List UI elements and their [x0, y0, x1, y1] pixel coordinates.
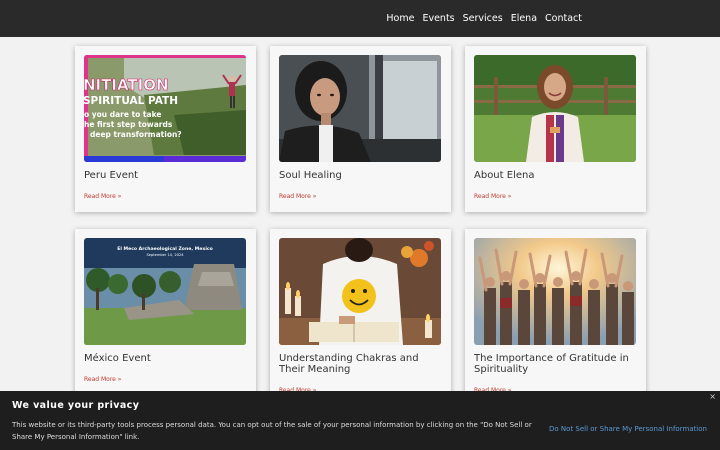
nav-events-link[interactable]: Events: [422, 13, 454, 24]
peru-event-image[interactable]: NITIATION SPIRITUAL PATH o you dare to t…: [84, 55, 246, 162]
post-title-importance-of-gratitude[interactable]: The Importance of Gratitude in Spiritual…: [474, 353, 636, 375]
read-more-link-about-elena[interactable]: Read More »: [474, 193, 511, 200]
nav-services-link[interactable]: Services: [463, 13, 503, 24]
mexico-overlay-date: September 14, 2024: [146, 253, 184, 257]
nav-contact-link[interactable]: Contact: [545, 13, 582, 24]
cookie-banner-heading: We value your privacy: [12, 400, 140, 411]
cookie-consent-banner: We value your privacy This website or it…: [0, 391, 720, 450]
peru-overlay-line-4: he first step towards: [84, 120, 173, 129]
main-nav: Home Events Services Elena Contact: [386, 0, 582, 37]
read-more-link-peru-event[interactable]: Read More »: [84, 193, 121, 200]
post-title-soul-healing[interactable]: Soul Healing: [279, 170, 441, 181]
post-card-understanding-chakras: Understanding Chakras and Their Meaning …: [270, 229, 451, 404]
peru-overlay-line-1: NITIATION: [84, 76, 169, 94]
read-more-link-mexico-event[interactable]: Read More »: [84, 376, 121, 383]
nav-elena-link[interactable]: Elena: [511, 13, 537, 24]
post-title-understanding-chakras[interactable]: Understanding Chakras and Their Meaning: [279, 353, 441, 375]
chakras-image[interactable]: [279, 238, 441, 345]
post-title-about-elena[interactable]: About Elena: [474, 170, 636, 181]
top-navigation-bar: Home Events Services Elena Contact: [0, 0, 720, 37]
cookie-banner-text: This website or its third-party tools pr…: [12, 421, 532, 441]
close-icon[interactable]: ×: [709, 392, 716, 401]
gratitude-image[interactable]: [474, 238, 636, 345]
read-more-link-soul-healing[interactable]: Read More »: [279, 193, 316, 200]
do-not-sell-link[interactable]: Do Not Sell or Share My Personal Informa…: [549, 425, 707, 433]
peru-overlay-line-3: o you dare to take: [84, 110, 161, 119]
post-title-mexico-event[interactable]: México Event: [84, 353, 246, 364]
post-card-peru-event: NITIATION SPIRITUAL PATH o you dare to t…: [75, 46, 256, 212]
peru-overlay-line-2: SPIRITUAL PATH: [84, 95, 178, 107]
mexico-overlay-location: El Meco Archaeological Zone, Mexico: [117, 246, 213, 252]
soul-healing-image[interactable]: [279, 55, 441, 162]
mexico-event-image[interactable]: El Meco Archaeological Zone, Mexico Sept…: [84, 238, 246, 345]
peru-overlay-line-5: deep transformation?: [90, 130, 182, 139]
post-card-about-elena: About Elena Read More »: [465, 46, 646, 212]
nav-home-link[interactable]: Home: [386, 13, 414, 24]
post-card-mexico-event: El Meco Archaeological Zone, Mexico Sept…: [75, 229, 256, 404]
about-elena-image[interactable]: [474, 55, 636, 162]
post-card-soul-healing: Soul Healing Read More »: [270, 46, 451, 212]
post-card-importance-of-gratitude: The Importance of Gratitude in Spiritual…: [465, 229, 646, 404]
post-title-peru-event[interactable]: Peru Event: [84, 170, 246, 181]
